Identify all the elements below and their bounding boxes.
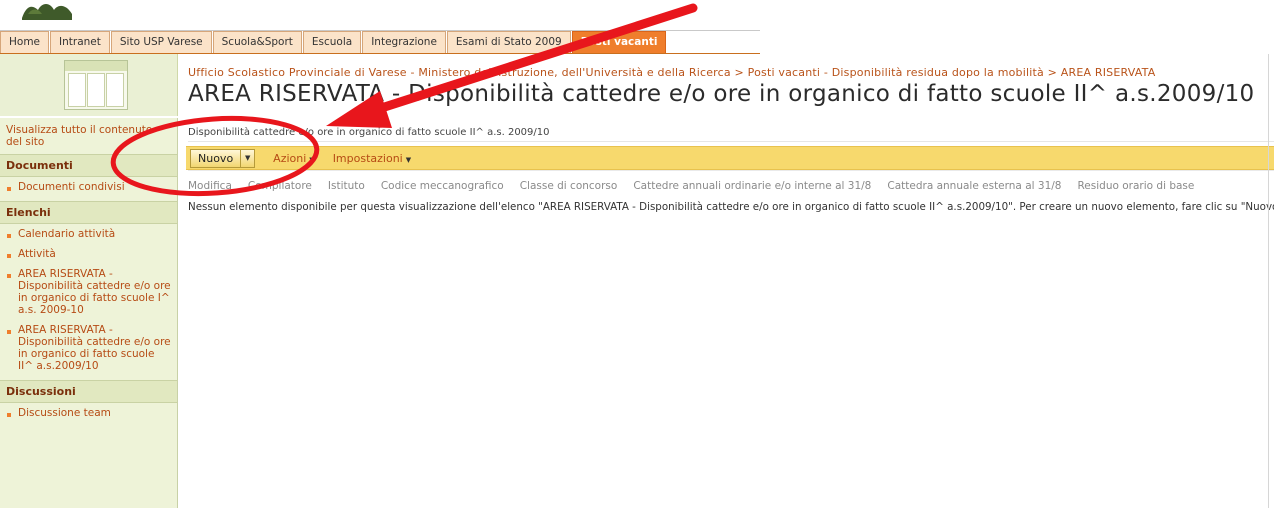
- sidebar-item-label: Discussione team: [18, 407, 111, 419]
- settings-menu[interactable]: Impostazioni ▼: [333, 152, 411, 165]
- column-header-modifica[interactable]: Modifica: [188, 177, 232, 195]
- breadcrumb[interactable]: Ufficio Scolastico Provinciale di Varese…: [188, 66, 1268, 79]
- tab-sito-usp-varese[interactable]: Sito USP Varese: [110, 31, 212, 53]
- divider: [1268, 54, 1269, 508]
- tab-esami-di-stato[interactable]: Esami di Stato 2009: [446, 31, 571, 53]
- sidebar-item-label: Calendario attività: [18, 228, 116, 240]
- tab-integrazione[interactable]: Integrazione: [362, 31, 446, 53]
- page-title: AREA RISERVATA - Disponibilità cattedre …: [188, 81, 1255, 107]
- bullet-icon: [7, 254, 11, 258]
- sidebar-item-label: Documenti condivisi: [18, 181, 125, 193]
- actions-menu-label: Azioni: [273, 151, 307, 165]
- sidebar-heading-elenchi[interactable]: Elenchi: [0, 201, 177, 224]
- sidebar-item-documenti-condivisi[interactable]: Documenti condivisi: [0, 177, 177, 197]
- sidebar-item-discussione-team[interactable]: Discussione team: [0, 403, 177, 423]
- actions-menu[interactable]: Azioni ▼: [273, 152, 315, 165]
- sidebar-item-label: AREA RISERVATA - Disponibilità cattedre …: [18, 268, 171, 316]
- tab-intranet[interactable]: Intranet: [50, 31, 110, 53]
- bullet-icon: [7, 413, 11, 417]
- chevron-down-icon[interactable]: ▼: [240, 149, 254, 167]
- bullet-icon: [7, 330, 11, 334]
- column-header-cattedra-esterna[interactable]: Cattedra annuale esterna al 31/8: [887, 177, 1061, 195]
- tab-home[interactable]: Home: [0, 31, 50, 53]
- divider: [188, 170, 1274, 171]
- sidebar-item-calendario[interactable]: Calendario attività: [0, 224, 177, 244]
- sidebar-heading-discussioni[interactable]: Discussioni: [0, 380, 177, 403]
- site-icon-area: [0, 54, 178, 116]
- column-header-cattedre-annuali[interactable]: Cattedre annuali ordinarie e/o interne a…: [633, 177, 871, 195]
- column-header-compilatore[interactable]: Compilatore: [248, 177, 312, 195]
- sidebar-item-area-riservata-ii[interactable]: AREA RISERVATA - Disponibilità cattedre …: [0, 320, 177, 376]
- chevron-down-icon: ▼: [309, 155, 315, 164]
- column-header-istituto[interactable]: Istituto: [328, 177, 365, 195]
- new-button[interactable]: Nuovo ▼: [190, 148, 256, 168]
- column-header-codice-meccanografico[interactable]: Codice meccanografico: [381, 177, 504, 195]
- sidebar-item-attivita[interactable]: Attività: [0, 244, 177, 264]
- chevron-down-icon: ▼: [405, 155, 412, 164]
- empty-list-message: Nessun elemento disponibile per questa v…: [188, 201, 1274, 213]
- sidebar-item-area-riservata-i[interactable]: AREA RISERVATA - Disponibilità cattedre …: [0, 264, 177, 320]
- site-layout-icon: [64, 60, 128, 110]
- view-all-site-content-link[interactable]: Visualizza tutto il contenuto del sito: [0, 118, 177, 150]
- new-button-label: Nuovo: [198, 151, 234, 165]
- bullet-icon: [7, 274, 11, 278]
- tab-escuola[interactable]: Escuola: [302, 31, 362, 53]
- sidebar-heading-documenti[interactable]: Documenti: [0, 154, 177, 177]
- sidebar-item-label: AREA RISERVATA - Disponibilità cattedre …: [18, 324, 171, 372]
- top-navigation: Home Intranet Sito USP Varese Scuola&Spo…: [0, 30, 760, 54]
- site-logo: [22, 4, 72, 20]
- settings-menu-label: Impostazioni: [332, 151, 403, 165]
- sidebar-item-label: Attività: [18, 248, 56, 260]
- tab-scuola-sport[interactable]: Scuola&Sport: [212, 31, 302, 53]
- bullet-icon: [7, 187, 11, 191]
- column-header-classe-di-concorso[interactable]: Classe di concorso: [520, 177, 618, 195]
- bullet-icon: [7, 234, 11, 238]
- list-column-headers: Modifica Compilatore Istituto Codice mec…: [188, 177, 1274, 195]
- tab-posti-vacanti[interactable]: Posti vacanti: [571, 31, 667, 53]
- quick-launch-sidebar: Visualizza tutto il contenuto del sito D…: [0, 118, 178, 508]
- list-toolbar: Nuovo ▼ Azioni ▼ Impostazioni ▼: [186, 146, 1274, 170]
- sharepoint-page: Home Intranet Sito USP Varese Scuola&Spo…: [0, 0, 1274, 508]
- list-description: Disponibilità cattedre e/o ore in organi…: [188, 124, 1274, 142]
- column-header-residuo-orario[interactable]: Residuo orario di base: [1077, 177, 1194, 195]
